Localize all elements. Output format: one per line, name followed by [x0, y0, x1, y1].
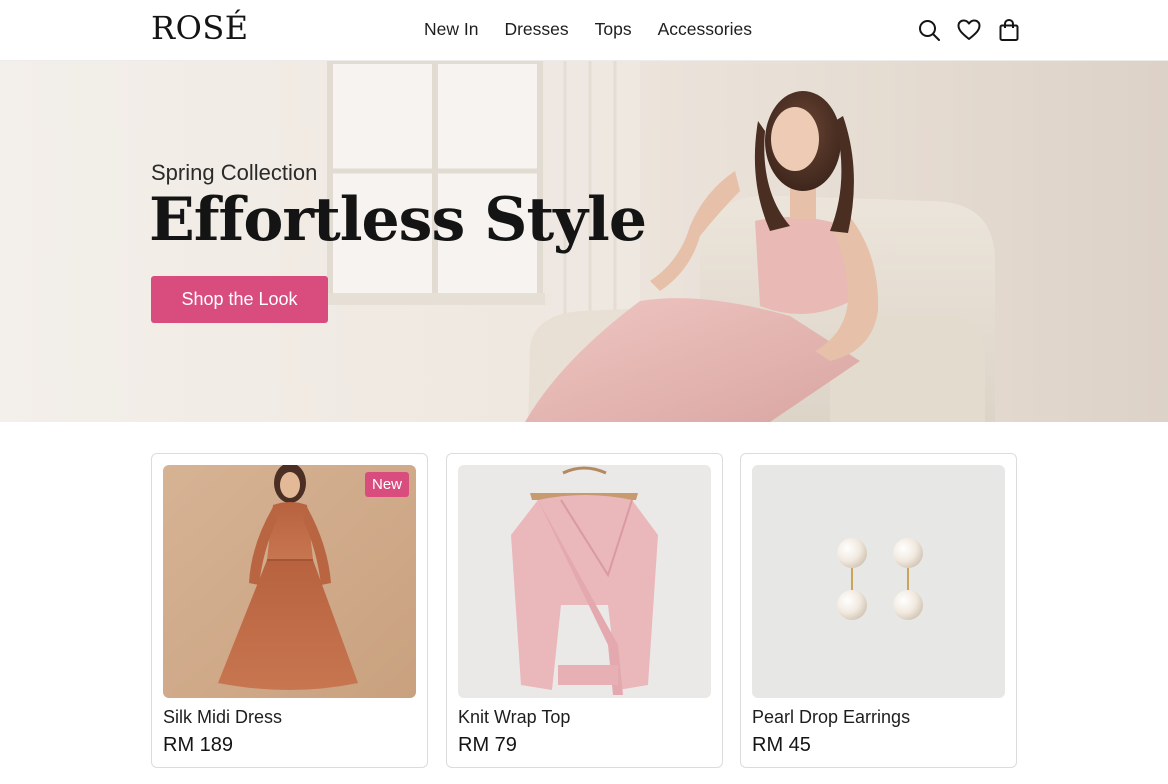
hero-title: Effortless Style: [149, 185, 647, 255]
product-card-pearl-drop-earrings[interactable]: Pearl Drop Earrings RM 45: [740, 453, 1017, 768]
nav-item-new-in[interactable]: New In: [424, 19, 478, 40]
shop-the-look-button[interactable]: Shop the Look: [151, 276, 328, 323]
hero-subtitle: Spring Collection: [151, 160, 318, 185]
brand-logo[interactable]: ROSÉ: [151, 9, 249, 47]
main-nav: New In Dresses Tops Accessories: [424, 19, 752, 40]
nav-item-tops[interactable]: Tops: [595, 19, 632, 40]
product-image[interactable]: [752, 465, 1005, 698]
new-badge: New: [364, 472, 409, 497]
hero-banner: Spring Collection Effortless Style Shop …: [0, 61, 1168, 422]
product-card-silk-midi-dress[interactable]: New Silk Midi Dress RM 189: [151, 453, 428, 768]
product-price: RM 189: [163, 734, 234, 756]
earrings-illustration: [752, 465, 1005, 698]
shopping-bag-icon[interactable]: [996, 16, 1022, 44]
search-icon[interactable]: [916, 16, 942, 44]
product-price: RM 79: [458, 734, 517, 756]
header-actions: [916, 16, 1022, 44]
product-price: RM 45: [752, 734, 811, 756]
nav-item-accessories[interactable]: Accessories: [658, 19, 752, 40]
product-image[interactable]: [458, 465, 711, 698]
nav-item-dresses[interactable]: Dresses: [504, 19, 568, 40]
product-name[interactable]: Knit Wrap Top: [458, 707, 570, 728]
site-header: ROSÉ New In Dresses Tops Accessories: [0, 0, 1168, 61]
wrap-top-illustration: [458, 465, 711, 698]
heart-icon[interactable]: [956, 16, 982, 44]
product-name[interactable]: Silk Midi Dress: [163, 707, 282, 728]
product-card-knit-wrap-top[interactable]: Knit Wrap Top RM 79: [446, 453, 723, 768]
product-image[interactable]: New: [163, 465, 416, 698]
dress-illustration: [163, 465, 416, 698]
product-name[interactable]: Pearl Drop Earrings: [752, 707, 910, 728]
